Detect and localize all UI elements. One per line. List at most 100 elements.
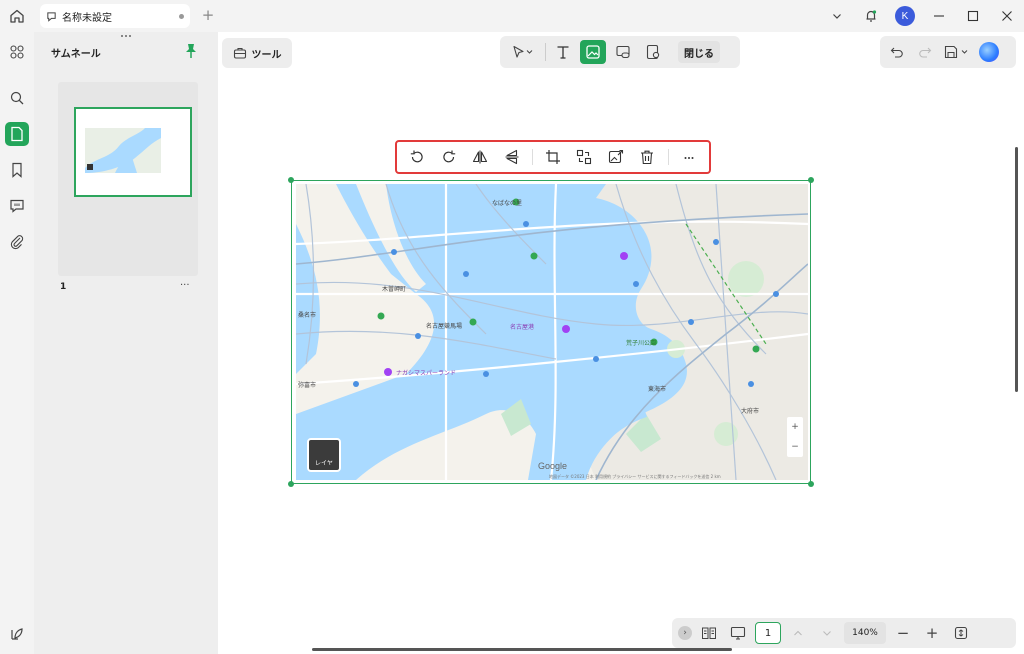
replace-icon — [577, 149, 592, 165]
map-attribution: 地図データ ©2023 日本 利用規約 プライバシー サービスに関するフィードバ… — [549, 474, 721, 479]
maximize-button[interactable] — [956, 0, 990, 32]
document-canvas[interactable]: ツール 閉じる なばなの里 木曽岬町 桑名市 名古屋競馬場 弥富市 東海市 大府… — [218, 32, 1024, 654]
grid-icon — [10, 45, 24, 59]
tools-button-label: ツール — [251, 49, 282, 61]
rail-search-button[interactable] — [5, 86, 29, 110]
select-tool-button[interactable] — [505, 40, 541, 64]
crop-icon — [545, 150, 560, 164]
crop-button[interactable] — [539, 144, 567, 170]
replace-image-button[interactable] — [570, 144, 598, 170]
flip-horizontal-button[interactable] — [466, 144, 494, 170]
rotate-left-button[interactable] — [403, 144, 431, 170]
page-thumbnail-card[interactable] — [58, 82, 198, 276]
link-box-icon — [616, 45, 630, 59]
map-layer-thumbnail: レイヤ — [307, 438, 341, 472]
bell-icon — [866, 10, 877, 22]
text-icon — [557, 46, 569, 59]
pin-icon — [186, 44, 196, 58]
page-number-label: 1 — [60, 282, 67, 292]
document-tab[interactable]: 名称未設定 — [40, 4, 190, 28]
extract-image-button[interactable] — [602, 144, 630, 170]
presentation-button[interactable] — [726, 622, 750, 644]
map-place-label: 東海市 — [648, 386, 667, 393]
rail-apps-button[interactable] — [5, 40, 29, 64]
rail-attachment-button[interactable] — [5, 230, 29, 254]
page-icon — [11, 126, 23, 142]
previous-page-button[interactable] — [786, 622, 810, 644]
rail-bookmark-button[interactable] — [5, 158, 29, 182]
flip-vertical-icon — [505, 149, 519, 165]
vertical-scrollbar[interactable] — [1015, 147, 1018, 392]
book-icon — [702, 627, 716, 639]
tab-list-button[interactable] — [820, 0, 854, 32]
panel-resize-grip[interactable] — [118, 32, 134, 40]
paperclip-icon — [10, 235, 24, 250]
page-thumbnail[interactable] — [74, 107, 192, 197]
tab-title: 名称未設定 — [62, 12, 112, 24]
fit-page-button[interactable] — [949, 622, 973, 644]
thumbnail-panel: サムネール 1 ··· — [34, 32, 218, 654]
page-number-input[interactable]: 1 — [755, 622, 781, 644]
expand-status-button[interactable]: › — [678, 626, 692, 640]
text-tool-button[interactable] — [550, 40, 576, 64]
rail-thumbnails-button[interactable] — [5, 122, 29, 146]
tools-button[interactable]: ツール — [222, 38, 292, 68]
map-image: なばなの里 木曽岬町 桑名市 名古屋競馬場 弥富市 東海市 大府市 荒子川公園 … — [296, 184, 808, 480]
horizontal-scrollbar[interactable] — [312, 648, 732, 651]
flip-vertical-button[interactable] — [497, 144, 525, 170]
page-edit-button[interactable] — [640, 40, 666, 64]
home-icon — [10, 9, 24, 23]
redo-icon — [919, 47, 932, 58]
image-tool-button[interactable] — [580, 40, 606, 64]
map-place-label: 名古屋競馬場 — [426, 323, 463, 330]
save-button[interactable] — [942, 41, 972, 63]
map-zoom-in-label: + — [791, 422, 799, 432]
zoom-level[interactable]: 140% — [844, 622, 886, 644]
rail-comment-button[interactable] — [5, 194, 29, 218]
resize-handle-bottom-right[interactable] — [808, 481, 814, 487]
home-button[interactable] — [0, 0, 34, 32]
resize-handle-top-right[interactable] — [808, 177, 814, 183]
ai-assistant-button[interactable] — [978, 41, 1000, 63]
map-place-label: 荒子川公園 — [626, 340, 657, 347]
map-graphic — [296, 184, 808, 480]
undo-icon — [890, 47, 903, 58]
tab-unsaved-dot[interactable] — [179, 13, 184, 19]
rotate-right-button[interactable] — [434, 144, 462, 170]
new-tab-button[interactable]: + — [199, 6, 217, 24]
more-icon — [684, 157, 694, 159]
map-layer-label: レイヤ — [315, 460, 333, 467]
status-bar: › 1 140% − + — [672, 618, 1016, 648]
selected-image[interactable]: なばなの里 木曽岬町 桑名市 名古屋競馬場 弥富市 東海市 大府市 荒子川公園 … — [288, 177, 814, 487]
map-brand-logo: Google — [538, 461, 568, 471]
map-place-label: ナガシマスパーランド — [396, 370, 457, 377]
link-tool-button[interactable] — [610, 40, 636, 64]
next-page-button[interactable] — [815, 622, 839, 644]
map-place-label: 大府市 — [741, 408, 760, 415]
chevron-up-icon — [794, 630, 802, 636]
image-icon — [586, 45, 600, 59]
close-window-button[interactable] — [990, 0, 1024, 32]
redo-button[interactable] — [914, 41, 936, 63]
zoom-out-button[interactable]: − — [891, 622, 915, 644]
delete-image-button[interactable] — [633, 144, 661, 170]
resize-handle-top-left[interactable] — [288, 177, 294, 183]
page-more-button[interactable]: ··· — [180, 280, 190, 291]
undo-button[interactable] — [886, 41, 908, 63]
close-edit-button[interactable]: 閉じる — [678, 41, 720, 63]
pin-panel-button[interactable] — [184, 42, 198, 60]
map-place-label: 木曽岬町 — [382, 286, 407, 293]
page-layout-button[interactable] — [697, 622, 721, 644]
toolbar-separator — [545, 43, 546, 61]
notification-button[interactable] — [854, 0, 888, 32]
toolbox-icon — [233, 47, 246, 59]
zoom-in-button[interactable]: + — [920, 622, 944, 644]
resize-handle-bottom-left[interactable] — [288, 481, 294, 487]
account-button[interactable]: K — [888, 0, 922, 32]
chevron-down-icon — [823, 631, 831, 636]
more-options-button[interactable] — [675, 144, 703, 170]
image-export-icon — [608, 149, 623, 164]
minimize-button[interactable] — [922, 0, 956, 32]
avatar[interactable]: K — [895, 6, 915, 26]
rail-brand-button[interactable] — [5, 622, 29, 646]
